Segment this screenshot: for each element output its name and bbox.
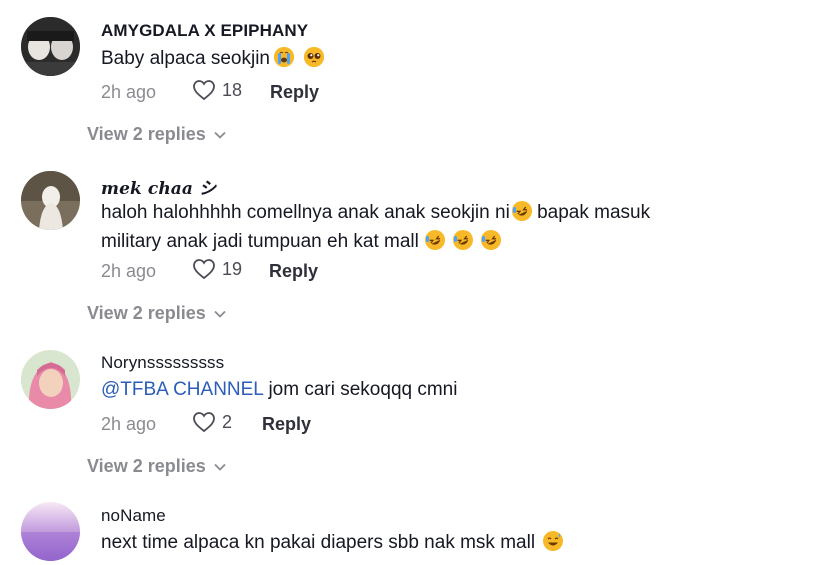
comment-body: next time alpaca kn pakai diapers sbb na… [101, 532, 536, 553]
avatar-image [21, 17, 80, 76]
reply-button[interactable]: Reply [270, 82, 319, 103]
view-replies-button[interactable]: View 2 replies [87, 303, 226, 324]
avatar[interactable] [21, 171, 80, 230]
pleading-face-icon [304, 47, 324, 67]
avatar-image [21, 350, 80, 409]
comment-text: @TFBA CHANNEL jom cari sekoqqq cmni [101, 375, 801, 404]
view-replies-label: View 2 replies [87, 124, 206, 144]
comment-text: next time alpaca kn pakai diapers sbb na… [101, 528, 801, 557]
timestamp: 2h ago [101, 82, 157, 102]
username[interactable]: mek chaa シ [101, 174, 216, 199]
timestamp: 2h ago [101, 414, 157, 434]
username[interactable]: noName [101, 506, 166, 526]
reply-button[interactable]: Reply [262, 414, 311, 435]
like-button[interactable]: 2 [192, 411, 232, 433]
comment-body: haloh halohhhhh comellnya anak anak seok… [101, 202, 510, 223]
username[interactable]: Norynsssssssss [101, 353, 224, 373]
mention-link[interactable]: @TFBA CHANNEL [101, 379, 263, 400]
heart-icon [193, 412, 215, 433]
heart-icon [193, 259, 215, 280]
chevron-down-icon [214, 310, 226, 318]
comment-text: Baby alpaca seokjin [101, 44, 801, 73]
view-replies-button[interactable]: View 2 replies [87, 124, 226, 145]
comment-body-line2: military anak jadi tumpuan eh kat mall [101, 231, 419, 252]
reply-button[interactable]: Reply [269, 261, 318, 282]
comment-body: jom cari sekoqqq cmni [263, 379, 458, 400]
view-replies-button[interactable]: View 2 replies [87, 456, 226, 477]
like-count: 19 [222, 258, 243, 279]
like-button[interactable]: 18 [192, 79, 242, 101]
loudly-crying-face-icon [274, 47, 294, 67]
like-count: 2 [222, 411, 233, 432]
view-replies-label: View 2 replies [87, 303, 206, 323]
chevron-down-icon [214, 463, 226, 471]
comment-body-continued: bapak masuk [531, 202, 651, 223]
rolling-on-floor-laughing-icon [424, 230, 445, 250]
smiling-face-with-sweat-icon [543, 531, 564, 551]
heart-icon [193, 80, 215, 101]
username[interactable]: AMYGDALA X EPIPHANY [101, 21, 308, 41]
like-count: 18 [222, 79, 243, 100]
timestamp: 2h ago [101, 261, 157, 281]
avatar[interactable] [21, 350, 80, 409]
like-button[interactable]: 19 [192, 258, 242, 280]
chevron-down-icon [214, 131, 226, 139]
rolling-on-floor-laughing-icon [452, 230, 473, 250]
avatar[interactable] [21, 17, 80, 76]
view-replies-label: View 2 replies [87, 456, 206, 476]
comment-list: AMYGDALA X EPIPHANY Baby alpaca seokjin … [0, 0, 833, 565]
rolling-on-floor-laughing-icon [480, 230, 501, 250]
avatar-image [21, 502, 80, 561]
avatar[interactable] [21, 502, 80, 561]
rolling-on-floor-laughing-icon [511, 201, 532, 221]
avatar-image [21, 171, 80, 230]
comment-text: haloh halohhhhh comellnya anak anak seok… [101, 198, 801, 256]
comment-body: Baby alpaca seokjin [101, 48, 270, 69]
